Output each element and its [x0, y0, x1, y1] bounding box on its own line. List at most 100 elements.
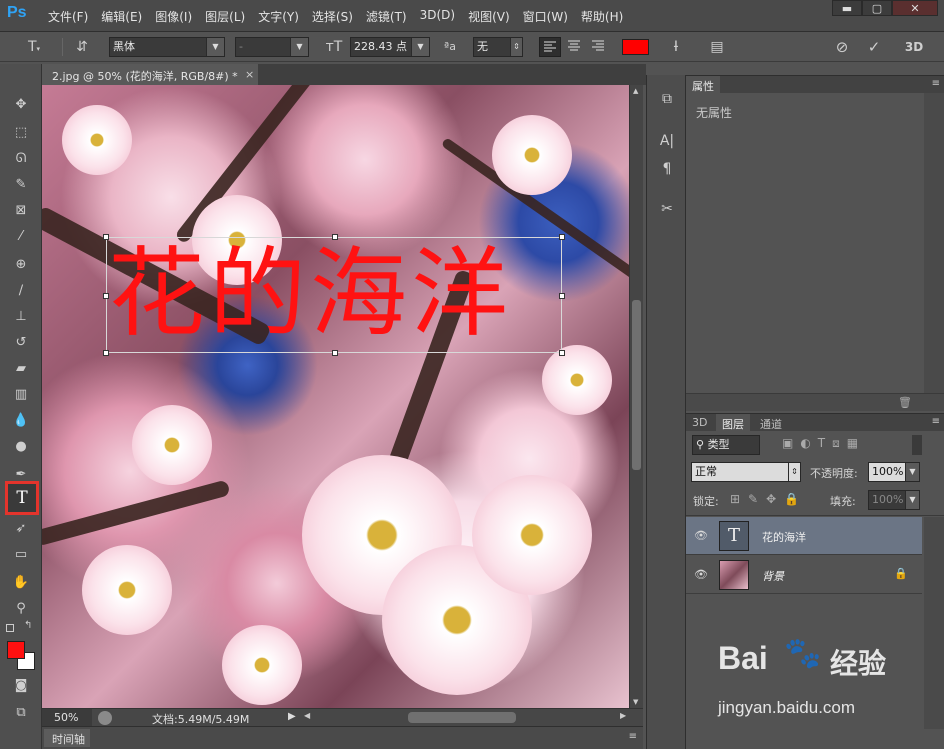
paragraph-panel-icon[interactable]: ¶	[657, 159, 677, 179]
layer-filter-select[interactable]: ⚲ 类型	[692, 435, 760, 455]
commit-edit-icon[interactable]: ✓	[862, 37, 886, 57]
dodge-tool-icon[interactable]: ●	[8, 434, 34, 458]
history-brush-tool-icon[interactable]: ↺	[8, 330, 34, 354]
menu-edit[interactable]: 编辑(E)	[101, 8, 142, 25]
font-family-select[interactable]: 黑体 ▼	[109, 37, 225, 57]
watermark-brand: Bai	[718, 640, 768, 676]
lock-icons[interactable]: ⊞✎✥🔒	[730, 492, 807, 506]
character-panel-icon[interactable]: A|	[657, 131, 677, 151]
zoom-tool-icon[interactable]: ⚲	[8, 596, 34, 620]
canvas-text-layer[interactable]: 花的海洋	[108, 235, 568, 353]
horizontal-scroll-thumb[interactable]	[408, 712, 516, 723]
paw-icon: 🐾	[784, 636, 822, 671]
align-left-button[interactable]	[539, 37, 561, 57]
antialias-select[interactable]: 无 ⇕	[473, 37, 523, 57]
scroll-right-icon[interactable]: ▶	[620, 711, 626, 720]
font-style-select[interactable]: - ▼	[235, 37, 309, 57]
properties-tab-strip: 属性 ≡	[686, 76, 944, 93]
marquee-tool-icon[interactable]: ⬚	[8, 120, 34, 144]
layer-row-background[interactable]: 👁 背景 🔒	[686, 556, 922, 594]
blur-tool-icon[interactable]: 💧	[8, 408, 34, 432]
trash-icon[interactable]: 🗑	[898, 396, 912, 409]
history-panel-icon[interactable]: ⧉	[657, 89, 677, 109]
align-center-button[interactable]	[564, 37, 586, 57]
path-selection-tool-icon[interactable]: ➶	[8, 516, 34, 540]
align-right-button[interactable]	[588, 37, 610, 57]
rectangle-tool-icon[interactable]: ▭	[8, 542, 34, 566]
layer-filter-icons[interactable]: ▣◐T⧈▦	[782, 436, 865, 451]
tab-channels[interactable]: 通道	[754, 414, 788, 431]
fill-field[interactable]: 100% ▼	[868, 490, 920, 510]
foreground-color-swatch[interactable]	[7, 641, 25, 659]
menu-3d[interactable]: 3D(D)	[420, 8, 455, 25]
close-document-icon[interactable]: ×	[245, 68, 254, 81]
scroll-up-icon[interactable]: ▲	[633, 87, 638, 95]
close-window-button[interactable]: ✕	[892, 0, 938, 16]
tool-presets-icon[interactable]: ✂	[657, 199, 677, 219]
scroll-left-icon[interactable]: ◀	[304, 711, 310, 720]
healing-brush-tool-icon[interactable]: ⊕	[8, 252, 34, 276]
menu-help[interactable]: 帮助(H)	[581, 8, 623, 25]
type-tool-button[interactable]: T	[5, 481, 39, 515]
crop-tool-icon[interactable]: ⊠	[8, 198, 34, 222]
tab-layers[interactable]: 图层	[716, 414, 750, 431]
panel-menu-icon[interactable]: ≡	[629, 731, 637, 742]
menu-select[interactable]: 选择(S)	[312, 8, 353, 25]
screen-mode-icon[interactable]: ⧉	[8, 700, 34, 724]
layer-name[interactable]: 背景	[762, 568, 784, 584]
filter-toggle[interactable]	[912, 435, 922, 455]
minimize-button[interactable]: ▬	[832, 0, 862, 16]
eraser-tool-icon[interactable]: ▰	[8, 356, 34, 380]
clone-stamp-tool-icon[interactable]: ⊥	[8, 304, 34, 328]
text-tool-preset-icon[interactable]: T▾	[22, 37, 46, 57]
panel-menu-icon[interactable]: ≡	[932, 78, 940, 89]
menu-layer[interactable]: 图层(L)	[205, 8, 245, 25]
swap-colors-icon[interactable]: ↰	[24, 620, 32, 631]
text-color-swatch[interactable]	[622, 39, 649, 55]
blend-mode-select[interactable]: 正常 ⇕	[691, 462, 801, 482]
image-canvas[interactable]: 花的海洋	[42, 85, 629, 708]
menu-image[interactable]: 图像(I)	[155, 8, 192, 25]
document-tab[interactable]: 2.jpg @ 50% (花的海洋, RGB/8#) *	[42, 64, 258, 85]
cancel-edit-icon[interactable]: ⊘	[830, 37, 854, 57]
panel-scrollbar[interactable]	[924, 93, 944, 393]
timeline-tab[interactable]: 时间轴	[44, 729, 90, 747]
text-orientation-icon[interactable]: ⇵	[70, 37, 94, 57]
lock-icon: 🔒	[894, 567, 908, 580]
lasso-tool-icon[interactable]: ᘏ	[8, 146, 34, 170]
panel-menu-icon[interactable]: ≡	[932, 416, 940, 427]
play-triangle-icon[interactable]: ▶	[288, 711, 296, 722]
default-colors-icon[interactable]	[6, 624, 14, 632]
character-panel-icon[interactable]: ▤	[706, 37, 728, 57]
warp-text-icon[interactable]: Ɨ	[664, 37, 688, 57]
vertical-scrollbar[interactable]: ▲ ▼	[629, 85, 643, 708]
visibility-eye-icon[interactable]: 👁	[694, 529, 708, 542]
move-tool-icon[interactable]: ✥	[8, 92, 34, 116]
visibility-eye-icon[interactable]: 👁	[694, 568, 708, 581]
3d-extrusion-icon[interactable]: 3D	[900, 37, 928, 57]
quick-mask-icon[interactable]: ◙	[8, 673, 34, 697]
vertical-scroll-thumb[interactable]	[632, 300, 641, 470]
status-menu-icon[interactable]	[98, 711, 112, 725]
menu-file[interactable]: 文件(F)	[48, 8, 88, 25]
tab-3d[interactable]: 3D	[686, 414, 713, 431]
menu-window[interactable]: 窗口(W)	[523, 8, 568, 25]
eyedropper-tool-icon[interactable]: ⁄	[8, 224, 34, 248]
zoom-level-field[interactable]: 50%	[42, 709, 92, 727]
menu-view[interactable]: 视图(V)	[468, 8, 510, 25]
opacity-field[interactable]: 100% ▼	[868, 462, 920, 482]
layer-row-text[interactable]: 👁 T 花的海洋	[686, 517, 922, 555]
maximize-button[interactable]: ▢	[862, 0, 892, 16]
antialias-icon: ªa	[444, 40, 456, 53]
align-left-icon	[544, 41, 556, 52]
layer-name[interactable]: 花的海洋	[762, 529, 806, 545]
scroll-down-icon[interactable]: ▼	[633, 698, 638, 706]
font-size-field[interactable]: 228.43 点 ▼	[350, 37, 430, 57]
menu-filter[interactable]: 滤镜(T)	[366, 8, 407, 25]
brush-tool-icon[interactable]: ∕	[8, 278, 34, 302]
hand-tool-icon[interactable]: ✋	[8, 570, 34, 594]
quick-selection-tool-icon[interactable]: ✎	[8, 172, 34, 196]
menu-type[interactable]: 文字(Y)	[258, 8, 299, 25]
gradient-tool-icon[interactable]: ▥	[8, 382, 34, 406]
tab-properties[interactable]: 属性	[686, 76, 720, 93]
